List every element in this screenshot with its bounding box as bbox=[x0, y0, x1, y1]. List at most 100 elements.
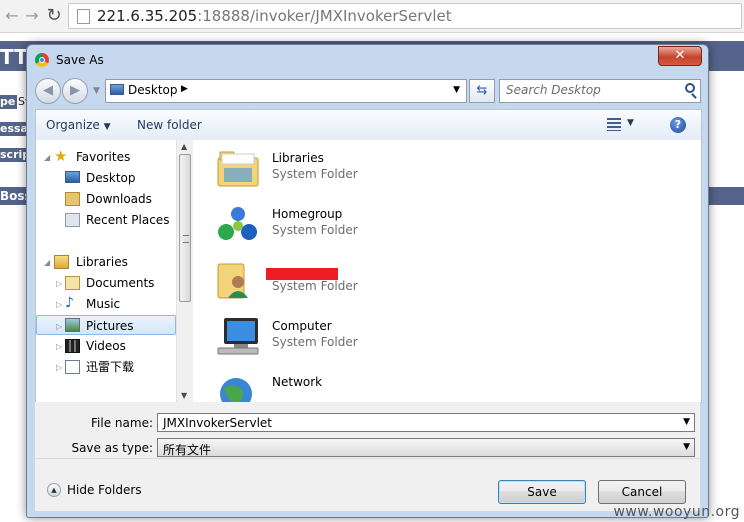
documents-icon bbox=[65, 276, 80, 290]
forward-button[interactable]: ▶ bbox=[62, 78, 88, 104]
desktop-icon bbox=[65, 171, 80, 183]
location-bar[interactable]: Desktop ▶ ▼ bbox=[105, 79, 467, 103]
nav-item-favorites[interactable]: ◢ ★ Favorites bbox=[36, 147, 176, 167]
navigation-pane: ◢ ★ Favorites Desktop Downloads Recent P… bbox=[36, 140, 193, 402]
hide-folders-label: Hide Folders bbox=[67, 483, 142, 497]
item-name: Homegroup bbox=[272, 207, 343, 221]
bg-title-text: TT bbox=[0, 45, 28, 69]
organize-button[interactable]: Organize ▼ bbox=[46, 118, 111, 132]
details-view-icon bbox=[607, 118, 621, 131]
nav-item-videos[interactable]: ▷ Videos bbox=[36, 336, 176, 356]
browse-area: ◢ ★ Favorites Desktop Downloads Recent P… bbox=[35, 140, 702, 403]
homegroup-icon bbox=[216, 204, 260, 244]
watermark: www.wooyun.org bbox=[613, 504, 740, 520]
expand-arrow-icon[interactable]: ◢ bbox=[44, 148, 50, 168]
nav-item-downloads[interactable]: Downloads bbox=[36, 189, 176, 209]
list-item-network[interactable]: Network bbox=[210, 368, 510, 402]
scroll-down-icon[interactable]: ▼ bbox=[181, 391, 187, 400]
expand-arrow-icon[interactable]: ▷ bbox=[56, 274, 62, 294]
list-item-homegroup[interactable]: Homegroup System Folder bbox=[210, 200, 510, 250]
address-bar[interactable]: 221.6.35.205:18888/invoker/JMXInvokerSer… bbox=[68, 3, 742, 29]
libraries-folder-icon bbox=[216, 148, 260, 188]
dialog-title: Save As bbox=[56, 53, 104, 67]
item-name: Network bbox=[272, 375, 323, 389]
new-folder-button[interactable]: New folder bbox=[137, 118, 202, 132]
item-type: System Folder bbox=[272, 223, 358, 237]
recent-places-icon bbox=[65, 213, 80, 227]
dialog-titlebar[interactable]: Save As ✕ bbox=[27, 45, 708, 75]
location-text[interactable]: Desktop bbox=[128, 83, 178, 97]
cancel-button[interactable]: Cancel bbox=[598, 480, 686, 504]
change-view-button[interactable]: ▼ bbox=[605, 117, 637, 133]
expand-arrow-icon[interactable]: ▷ bbox=[56, 358, 62, 378]
pictures-icon bbox=[65, 318, 80, 332]
address-row: ◀ ▶ ▼ Desktop ▶ ▼ ⇆ bbox=[35, 78, 701, 104]
chevron-down-icon: ▼ bbox=[627, 118, 634, 128]
list-item-user-folder[interactable]: System Folder bbox=[210, 256, 510, 306]
scroll-thumb[interactable] bbox=[179, 154, 191, 302]
item-type: System Folder bbox=[272, 279, 358, 293]
downloads-icon bbox=[65, 192, 80, 206]
network-icon bbox=[216, 372, 260, 402]
music-icon: ♪ bbox=[65, 295, 74, 311]
expand-arrow-icon[interactable]: ◢ bbox=[44, 253, 50, 273]
file-name-value[interactable]: JMXInvokerServlet bbox=[163, 416, 272, 430]
item-name: Libraries bbox=[272, 151, 324, 165]
location-dropdown-icon[interactable]: ▼ bbox=[453, 85, 460, 95]
save-type-select[interactable]: 所有文件 ▼ bbox=[157, 438, 695, 457]
chevron-up-icon: ▲ bbox=[47, 483, 61, 497]
chevron-down-icon[interactable]: ▼ bbox=[683, 442, 690, 452]
computer-icon bbox=[216, 316, 260, 356]
scroll-up-icon[interactable]: ▲ bbox=[181, 142, 187, 151]
refresh-button[interactable]: ⇆ bbox=[469, 79, 495, 103]
nav-scrollbar[interactable]: ▲ ▼ bbox=[176, 140, 193, 402]
star-icon: ★ bbox=[54, 147, 68, 165]
file-fields: File name: JMXInvokerServlet ▼ Save as t… bbox=[35, 402, 700, 458]
expand-arrow-icon[interactable]: ▷ bbox=[56, 337, 62, 357]
browser-toolbar: ← → ↻ 221.6.35.205:18888/invoker/JMXInvo… bbox=[0, 0, 744, 33]
search-input[interactable] bbox=[506, 83, 676, 97]
list-item-computer[interactable]: Computer System Folder bbox=[210, 312, 510, 362]
list-item-libraries[interactable]: Libraries System Folder bbox=[210, 144, 510, 194]
libraries-icon bbox=[54, 255, 69, 269]
forward-arrow-icon[interactable]: → bbox=[22, 6, 42, 26]
nav-item-thunder-downloads[interactable]: ▷ 迅雷下载 bbox=[36, 357, 176, 377]
thunder-downloads-icon bbox=[65, 360, 80, 374]
back-button[interactable]: ◀ bbox=[35, 78, 61, 104]
search-box[interactable] bbox=[499, 79, 701, 103]
user-folder-icon bbox=[216, 260, 260, 300]
pane-splitter[interactable] bbox=[194, 140, 201, 402]
item-name: Computer bbox=[272, 319, 332, 333]
reload-icon[interactable]: ↻ bbox=[44, 6, 64, 26]
search-icon[interactable] bbox=[685, 83, 695, 93]
chrome-icon bbox=[35, 53, 49, 67]
save-type-label: Save as type: bbox=[71, 441, 153, 455]
page-icon bbox=[77, 9, 90, 24]
help-icon[interactable]: ? bbox=[670, 117, 686, 133]
file-list: Libraries System Folder Homegroup System… bbox=[202, 140, 684, 402]
chevron-down-icon: ▼ bbox=[103, 122, 111, 132]
save-as-dialog: Save As ✕ ◀ ▶ ▼ Desktop ▶ ▼ ⇆ Organize ▼… bbox=[26, 44, 709, 518]
dialog-footer: ▲ Hide Folders Save Cancel bbox=[35, 458, 700, 511]
chevron-down-icon[interactable]: ▼ bbox=[683, 417, 690, 427]
nav-item-desktop[interactable]: Desktop bbox=[36, 168, 176, 188]
recent-locations-dropdown-icon[interactable]: ▼ bbox=[93, 86, 100, 96]
nav-item-pictures[interactable]: ▷ Pictures bbox=[36, 315, 176, 335]
bg-label-type: pe bbox=[0, 95, 18, 109]
breadcrumb-arrow-icon[interactable]: ▶ bbox=[181, 84, 188, 94]
save-button[interactable]: Save bbox=[498, 480, 586, 504]
back-arrow-icon[interactable]: ← bbox=[2, 6, 22, 26]
nav-item-libraries[interactable]: ◢ Libraries bbox=[36, 252, 176, 272]
expand-arrow-icon[interactable]: ▷ bbox=[56, 317, 62, 337]
item-type: System Folder bbox=[272, 167, 358, 181]
close-button[interactable]: ✕ bbox=[658, 46, 702, 66]
file-name-label: File name: bbox=[91, 416, 153, 430]
nav-item-recent-places[interactable]: Recent Places bbox=[36, 210, 176, 230]
nav-item-documents[interactable]: ▷ Documents bbox=[36, 273, 176, 293]
file-name-field[interactable]: JMXInvokerServlet ▼ bbox=[157, 413, 695, 432]
desktop-icon bbox=[110, 84, 124, 95]
expand-arrow-icon[interactable]: ▷ bbox=[56, 295, 62, 315]
item-type: System Folder bbox=[272, 335, 358, 349]
nav-item-music[interactable]: ▷ ♪ Music bbox=[36, 294, 176, 314]
url-text: 221.6.35.205:18888/invoker/JMXInvokerSer… bbox=[97, 7, 452, 25]
